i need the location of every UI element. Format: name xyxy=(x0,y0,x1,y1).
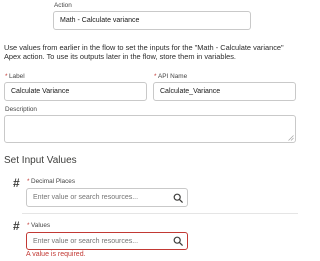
decimal-places-placeholder: Enter value or search resources... xyxy=(33,194,139,201)
decimal-places-label-text: Decimal Places xyxy=(31,178,76,185)
section-title-set-input-values: Set Input Values xyxy=(4,155,77,166)
resize-handle-icon[interactable] xyxy=(288,135,294,141)
label-field-label: * Label xyxy=(5,73,25,81)
description-field-label: Description xyxy=(5,106,37,113)
number-type-icon: # xyxy=(13,219,20,233)
number-type-icon: # xyxy=(13,176,20,190)
values-placeholder: Enter value or search resources... xyxy=(33,237,139,245)
decimal-places-input[interactable]: Enter value or search resources... xyxy=(26,188,188,207)
action-field[interactable]: Math - Calculate variance xyxy=(53,11,251,30)
required-marker: * xyxy=(5,73,8,80)
search-icon[interactable] xyxy=(173,193,183,203)
action-description: Use values from earlier in the flow to s… xyxy=(4,43,284,62)
required-marker: * xyxy=(154,73,157,80)
api-name-input[interactable]: Calculate_Variance xyxy=(153,82,296,101)
label-input[interactable]: Calculate Variance xyxy=(4,82,147,101)
divider xyxy=(22,213,298,214)
values-label: * Values xyxy=(27,222,50,230)
description-textarea[interactable] xyxy=(4,115,296,143)
values-label-text: Values xyxy=(31,222,51,229)
label-field-label-text: Label xyxy=(9,73,25,80)
action-label: Action xyxy=(54,2,72,9)
decimal-places-label: * Decimal Places xyxy=(27,178,75,186)
values-input[interactable]: Enter value or search resources... xyxy=(26,232,188,250)
required-marker: * xyxy=(27,178,30,185)
values-error-message: A value is required. xyxy=(26,251,86,258)
search-icon[interactable] xyxy=(173,236,183,246)
required-marker: * xyxy=(27,222,30,229)
api-name-field-label-text: API Name xyxy=(158,73,188,80)
api-name-field-label: * API Name xyxy=(154,73,187,81)
